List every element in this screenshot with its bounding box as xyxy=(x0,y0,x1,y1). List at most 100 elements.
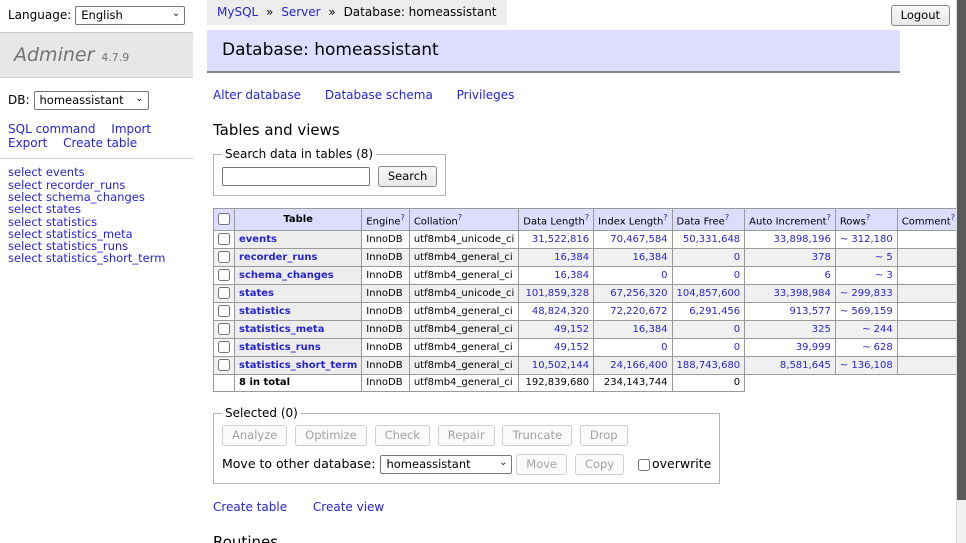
data-free-link[interactable]: 0 xyxy=(734,270,740,281)
optimize-button[interactable]: Optimize xyxy=(295,425,367,446)
index-length-link[interactable]: 24,166,400 xyxy=(610,360,667,371)
row-select-checkbox[interactable] xyxy=(218,305,230,317)
create-view-link[interactable]: Create view xyxy=(313,500,384,514)
repair-button[interactable]: Repair xyxy=(438,425,495,446)
language-select[interactable]: English⌄ xyxy=(75,6,185,25)
sidebar-select-events[interactable]: select events xyxy=(8,166,185,178)
sidebar-select-states[interactable]: select states xyxy=(8,203,185,215)
rows-count-link[interactable]: ~ 312,180 xyxy=(840,234,893,245)
index-length-link[interactable]: 16,384 xyxy=(633,324,668,335)
data-free-link[interactable]: 6,291,456 xyxy=(689,306,740,317)
table-name-link[interactable]: schema_changes xyxy=(239,270,334,281)
comment-help-link[interactable]: ? xyxy=(951,213,955,222)
index-length-link[interactable]: 67,256,320 xyxy=(610,288,667,299)
rows-count-link[interactable]: ~ 299,833 xyxy=(840,288,893,299)
index-length-link[interactable]: 70,467,584 xyxy=(610,234,667,245)
table-name-link[interactable]: events xyxy=(239,234,277,245)
auto-increment-link[interactable]: 913,577 xyxy=(789,306,830,317)
index-length-help-link[interactable]: ? xyxy=(663,213,667,222)
table-name-link[interactable]: recorder_runs xyxy=(239,252,317,263)
row-select-checkbox[interactable] xyxy=(218,269,230,281)
privileges-link[interactable]: Privileges xyxy=(457,88,515,102)
row-select-checkbox[interactable] xyxy=(218,287,230,299)
data-free-link[interactable]: 0 xyxy=(734,342,740,353)
total-empty-cell xyxy=(214,375,235,392)
auto-increment-link[interactable]: 33,398,984 xyxy=(774,288,831,299)
collation-help-link[interactable]: ? xyxy=(458,213,462,222)
sidebar-link-create-table[interactable]: Create table xyxy=(63,136,137,150)
sidebar-link-export[interactable]: Export xyxy=(8,136,47,150)
data-length-link[interactable]: 49,152 xyxy=(554,342,589,353)
index-length-link[interactable]: 0 xyxy=(661,270,667,281)
data-length-link[interactable]: 16,384 xyxy=(554,252,589,263)
data-length-link[interactable]: 31,522,816 xyxy=(532,234,589,245)
rows-help-link[interactable]: ? xyxy=(866,213,870,222)
move-database-select[interactable]: homeassistant⌄ xyxy=(380,455,512,474)
data-length-help-link[interactable]: ? xyxy=(585,213,589,222)
breadcrumb-server-link[interactable]: Server xyxy=(281,5,320,19)
table-name-link[interactable]: statistics xyxy=(239,306,291,317)
sidebar-link-sql-command[interactable]: SQL command xyxy=(8,122,95,136)
index-length-link[interactable]: 16,384 xyxy=(633,252,668,263)
copy-button[interactable]: Copy xyxy=(575,454,624,475)
row-select-checkbox[interactable] xyxy=(218,341,230,353)
logout-button[interactable]: Logout xyxy=(891,5,950,26)
index-length-link[interactable]: 72,220,672 xyxy=(610,306,667,317)
chevron-down-icon: ⌄ xyxy=(135,93,143,104)
data-length-link[interactable]: 10,502,144 xyxy=(532,360,589,371)
db-select[interactable]: homeassistant⌄ xyxy=(34,91,149,110)
table-name-link[interactable]: statistics_meta xyxy=(239,324,324,335)
data-free-help-link[interactable]: ? xyxy=(725,213,729,222)
sidebar-select-statistics[interactable]: select statistics xyxy=(8,216,185,228)
data-free-link[interactable]: 104,857,600 xyxy=(677,288,741,299)
rows-count-link[interactable]: ~ 628 xyxy=(862,342,893,353)
truncate-button[interactable]: Truncate xyxy=(502,425,572,446)
row-select-checkbox[interactable] xyxy=(218,251,230,263)
engine-help-link[interactable]: ? xyxy=(401,213,405,222)
data-free-link[interactable]: 188,743,680 xyxy=(677,360,741,371)
drop-button[interactable]: Drop xyxy=(580,425,628,446)
rows-count-link[interactable]: ~ 5 xyxy=(875,252,893,263)
row-select-checkbox[interactable] xyxy=(218,323,230,335)
rows-count-link[interactable]: ~ 244 xyxy=(862,324,893,335)
auto-increment-link[interactable]: 325 xyxy=(812,324,831,335)
check-button[interactable]: Check xyxy=(375,425,430,446)
sidebar-link-import[interactable]: Import xyxy=(111,122,151,136)
data-free-link[interactable]: 50,331,648 xyxy=(683,234,740,245)
sidebar-select-statistics-short-term[interactable]: select statistics_short_term xyxy=(8,252,185,264)
analyze-button[interactable]: Analyze xyxy=(222,425,287,446)
table-name-link[interactable]: states xyxy=(239,288,274,299)
rows-count-link[interactable]: ~ 3 xyxy=(875,270,893,281)
rows-count-link[interactable]: ~ 569,159 xyxy=(840,306,893,317)
breadcrumb-mysql-link[interactable]: MySQL xyxy=(217,5,258,19)
auto-increment-link[interactable]: 8,581,645 xyxy=(780,360,831,371)
vertical-scrollbar[interactable] xyxy=(956,0,966,543)
rows-count-link[interactable]: ~ 136,108 xyxy=(840,360,893,371)
data-length-link[interactable]: 49,152 xyxy=(554,324,589,335)
move-button[interactable]: Move xyxy=(516,454,567,475)
scrollbar-thumb[interactable] xyxy=(957,0,966,500)
auto-increment-help-link[interactable]: ? xyxy=(827,213,831,222)
auto-increment-link[interactable]: 6 xyxy=(824,270,830,281)
select-all-checkbox[interactable] xyxy=(218,213,230,225)
create-table-link[interactable]: Create table xyxy=(213,500,287,514)
search-button[interactable]: Search xyxy=(378,166,438,187)
row-select-checkbox[interactable] xyxy=(218,233,230,245)
comment-cell xyxy=(897,357,959,375)
alter-database-link[interactable]: Alter database xyxy=(213,88,301,102)
table-name-link[interactable]: statistics_runs xyxy=(239,342,321,353)
data-free-link[interactable]: 0 xyxy=(734,252,740,263)
auto-increment-link[interactable]: 33,898,196 xyxy=(774,234,831,245)
table-name-link[interactable]: statistics_short_term xyxy=(239,360,357,371)
auto-increment-link[interactable]: 39,999 xyxy=(796,342,831,353)
overwrite-checkbox[interactable] xyxy=(638,459,650,471)
row-select-checkbox[interactable] xyxy=(218,359,230,371)
data-free-link[interactable]: 0 xyxy=(734,324,740,335)
index-length-link[interactable]: 0 xyxy=(661,342,667,353)
data-length-link[interactable]: 101,859,328 xyxy=(525,288,589,299)
data-length-link[interactable]: 16,384 xyxy=(554,270,589,281)
database-schema-link[interactable]: Database schema xyxy=(325,88,433,102)
search-input[interactable] xyxy=(222,167,370,186)
data-length-link[interactable]: 48,824,320 xyxy=(532,306,589,317)
auto-increment-link[interactable]: 378 xyxy=(812,252,831,263)
